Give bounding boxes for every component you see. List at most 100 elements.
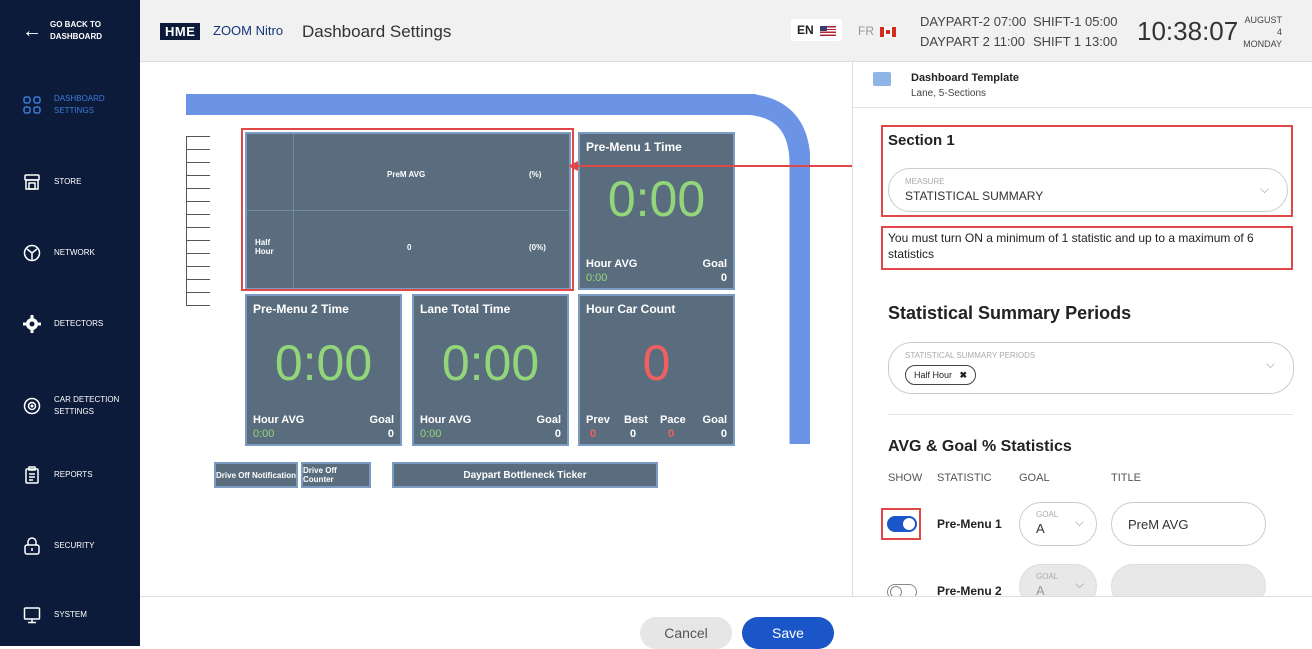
tile-value: 0:00: [274, 335, 373, 391]
tick: [186, 214, 210, 215]
chevron-down-icon: ⌵: [1074, 577, 1084, 591]
page-title: Dashboard Settings: [302, 22, 452, 41]
section-1-highlight: [241, 128, 574, 291]
column-title: TITLE: [1111, 472, 1141, 484]
tick: [186, 253, 210, 254]
arrow-head-left-icon: [568, 161, 578, 171]
date-day: AUGUST 4: [1244, 15, 1282, 37]
daypart-1: DAYPART-2 07:00: [920, 14, 1027, 29]
column-statistic: STATISTIC: [937, 472, 992, 484]
tile-title: Pre-Menu 2 Time: [253, 302, 349, 316]
sidebar-item-label: NETWORK: [54, 248, 95, 257]
tick: [186, 227, 210, 228]
language-en-button[interactable]: EN: [791, 19, 843, 41]
sidebar-item-network[interactable]: NETWORK: [0, 223, 140, 283]
sidebar-item-reports[interactable]: REPORTS: [0, 445, 140, 505]
sidebar-item-label-line-1: CAR DETECTION: [54, 395, 120, 404]
sidebar-item-store[interactable]: STORE: [0, 152, 140, 212]
tick: [186, 175, 210, 176]
goal-label: GOAL: [1036, 572, 1059, 581]
drive-off-notification-tile[interactable]: Drive Off Notification: [214, 462, 298, 488]
sidebar-item-dashboard-settings[interactable]: DASHBOARD SETTINGS: [0, 75, 140, 135]
title-input[interactable]: PreM AVG: [1111, 502, 1266, 546]
tick: [186, 162, 210, 163]
zoom-nitro-logo: ZOOM Nitro: [213, 23, 284, 38]
sidebar-item-label: CAR DETECTION SETTINGS: [54, 394, 119, 418]
periods-select[interactable]: STATISTICAL SUMMARY PERIODS Half Hour ✖ …: [888, 342, 1294, 394]
hme-logo: HME: [160, 23, 201, 40]
template-thumbnail-icon: [873, 72, 891, 86]
canada-flag-icon: [880, 26, 897, 37]
us-flag-icon: [820, 25, 837, 36]
measure-value: STATISTICAL SUMMARY: [905, 189, 1044, 203]
periods-heading: Statistical Summary Periods: [888, 303, 1132, 323]
tile-footer-left-label: Hour AVG: [420, 414, 472, 426]
tile-footer-left-value: 0:00: [253, 428, 275, 440]
sidebar-item-car-detection-settings[interactable]: CAR DETECTION SETTINGS: [0, 376, 140, 436]
tick: [186, 149, 210, 150]
measure-select[interactable]: MEASURE STATISTICAL SUMMARY ⌵: [888, 168, 1288, 212]
clock: 10:38:07: [1137, 16, 1239, 46]
sidebar-item-label: SECURITY: [54, 541, 95, 550]
template-subtitle: Lane, 5-Sections: [911, 88, 987, 99]
avg-goal-heading: AVG & Goal % Statistics: [888, 438, 1072, 455]
tick: [186, 292, 210, 293]
goal-label: GOAL: [1036, 510, 1059, 519]
language-en-label: EN: [797, 23, 814, 37]
cancel-button[interactable]: Cancel: [640, 617, 732, 649]
settings-panel: Dashboard Template Lane, 5-Sections Sect…: [852, 62, 1312, 608]
grid-icon: [22, 95, 42, 115]
tick: [186, 201, 210, 202]
sidebar-item-security[interactable]: SECURITY: [0, 516, 140, 576]
sidebar-item-detectors[interactable]: DETECTORS: [0, 294, 140, 354]
date-weekday: MONDAY: [1243, 39, 1282, 49]
sidebar-item-label: STORE: [54, 177, 82, 186]
pre-menu-2-time-tile[interactable]: Pre-Menu 2 Time 0:00 Hour AVG 0:00 Goal …: [245, 294, 402, 446]
sidebar: ← GO BACK TO DASHBOARD DASHBOARD SETTINGS…: [0, 0, 140, 646]
go-back-button[interactable]: ← GO BACK TO DASHBOARD: [0, 0, 140, 62]
chevron-down-icon: ⌵: [1074, 515, 1084, 529]
language-fr-button[interactable]: FR: [858, 24, 897, 38]
save-button[interactable]: Save: [742, 617, 834, 649]
pre-menu-1-toggle[interactable]: [887, 516, 917, 532]
statistic-name: Pre-Menu 1: [937, 517, 1002, 531]
drive-off-counter-tile[interactable]: Drive Off Counter: [301, 462, 371, 488]
sidebar-item-label-line-2: SETTINGS: [54, 407, 95, 416]
back-arrow-icon: ←: [22, 19, 42, 42]
tick: [186, 305, 210, 306]
toggle-knob: [903, 518, 915, 530]
sidebar-item-label: REPORTS: [54, 470, 93, 479]
close-icon[interactable]: ✖: [960, 370, 968, 380]
measure-label: MEASURE: [905, 177, 945, 186]
column-show: SHOW: [888, 472, 923, 484]
tick: [186, 240, 210, 241]
sidebar-item-label: SYSTEM: [54, 610, 87, 619]
daypart-info: DAYPART-2 07:00 DAYPART 2 11:00: [920, 12, 1026, 52]
tile-footer-left-value: 0:00: [420, 428, 442, 440]
radar-icon: [22, 396, 42, 416]
monitor-icon: [22, 605, 42, 625]
shift-2: SHIFT 1 13:00: [1033, 34, 1118, 49]
goal-select[interactable]: GOAL A ⌵: [1019, 502, 1097, 546]
period-chip[interactable]: Half Hour ✖: [905, 365, 977, 385]
lane-total-time-tile[interactable]: Lane Total Time 0:00 Hour AVG 0:00 Goal …: [412, 294, 569, 446]
tile-footer-right-label: Goal: [369, 414, 394, 426]
divider: [888, 414, 1293, 415]
tick: [186, 266, 210, 267]
go-back-label-line-1: GO BACK TO: [50, 20, 101, 29]
period-chip-label: Half Hour: [914, 370, 953, 380]
shift-1: SHIFT-1 05:00: [1033, 14, 1118, 29]
tile-footer-left-label: Hour AVG: [253, 414, 305, 426]
gear-icon: [22, 314, 42, 334]
sidebar-item-label-line-1: DASHBOARD: [54, 94, 105, 103]
action-bar: Cancel Save: [140, 596, 1312, 649]
dashboard-template-header[interactable]: Dashboard Template Lane, 5-Sections: [853, 62, 1312, 108]
section-title: Section 1: [888, 132, 955, 149]
template-title: Dashboard Template: [911, 72, 1019, 84]
sidebar-item-system[interactable]: SYSTEM: [0, 585, 140, 645]
clipboard-icon: [22, 465, 42, 485]
goal-value: A: [1036, 521, 1045, 536]
tick-axis: [186, 136, 187, 306]
tick: [186, 136, 210, 137]
sidebar-item-label: DETECTORS: [54, 319, 104, 328]
